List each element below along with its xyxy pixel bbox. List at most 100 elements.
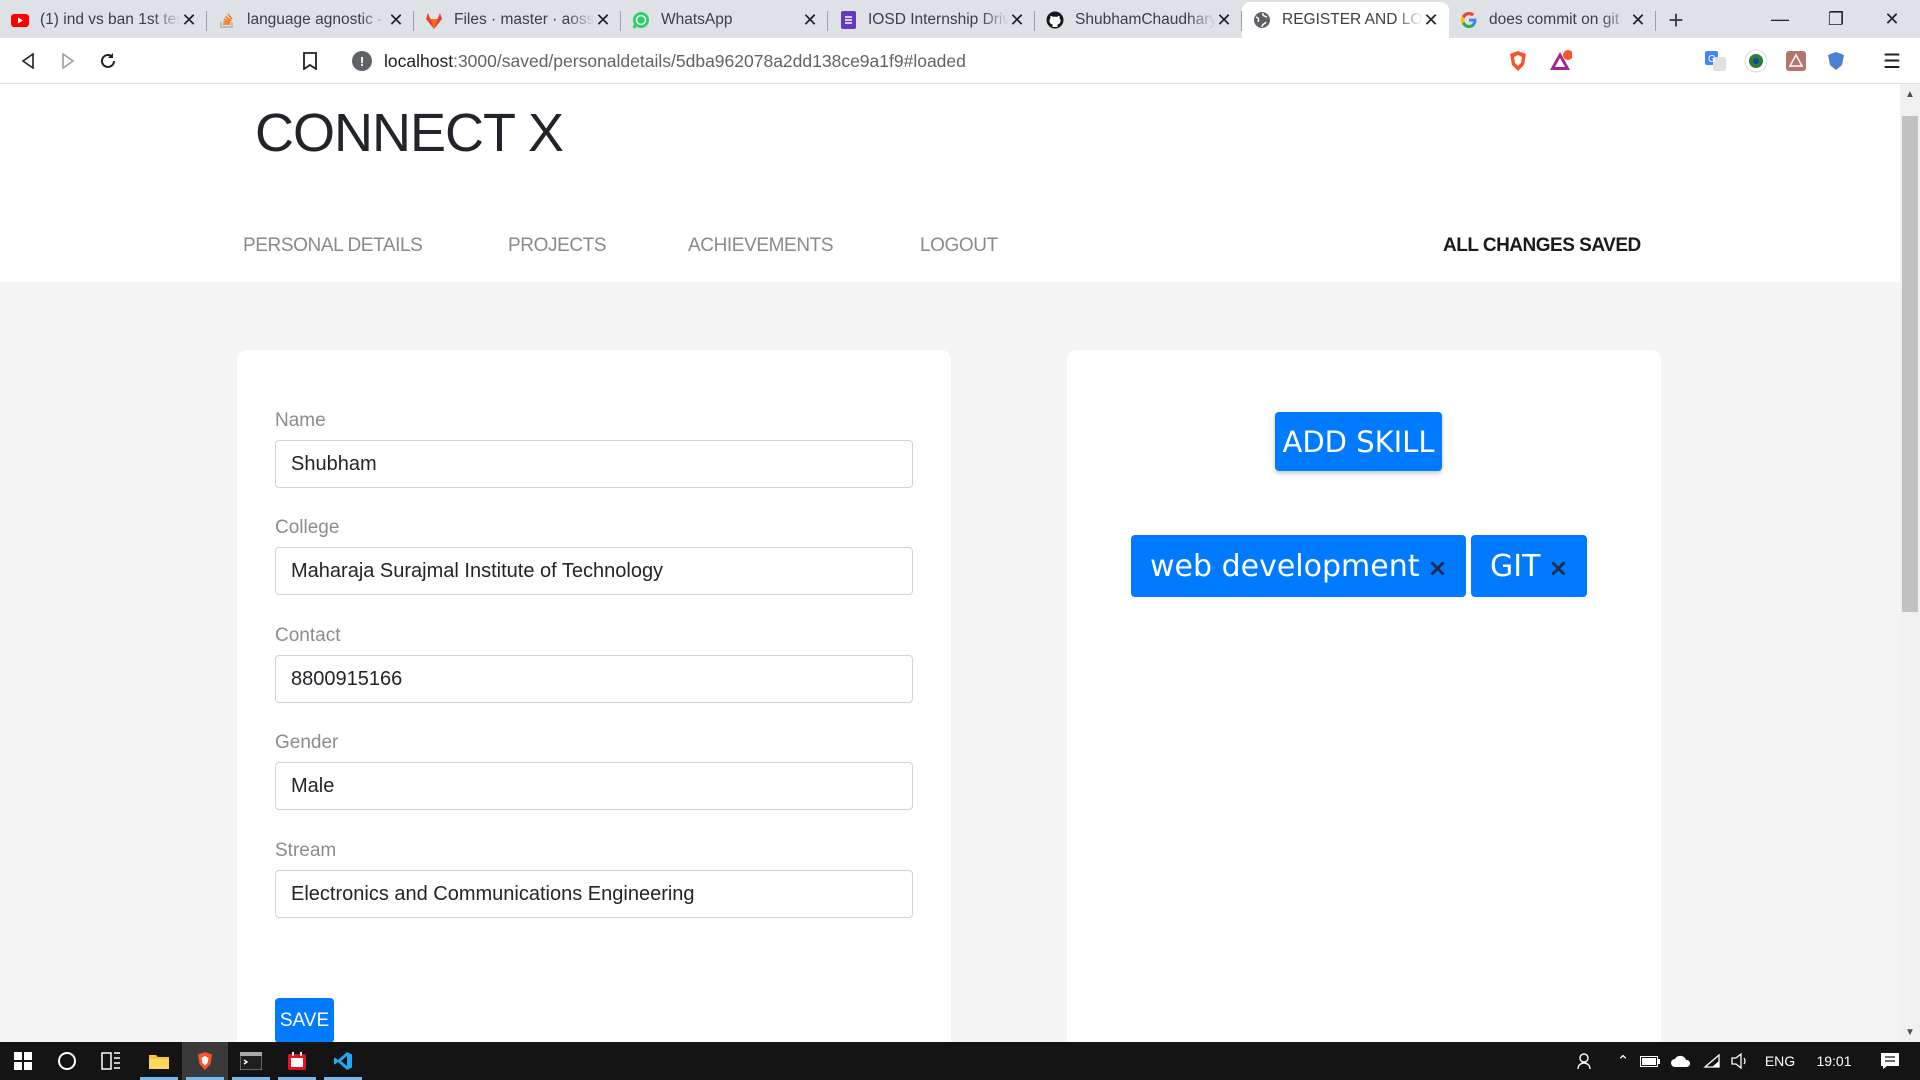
nav-achievements[interactable]: ACHIEVEMENTS [688,235,834,257]
battery-icon[interactable] [1638,1042,1662,1080]
wifi-icon[interactable] [1700,1042,1724,1080]
file-explorer-icon[interactable] [136,1042,182,1080]
url-host: localhost [384,50,454,71]
address-bar[interactable]: ! localhost:3000/saved/personaldetails/5… [338,43,1584,79]
page-viewport: CONNECT X PERSONAL DETAILS PROJECTS ACHI… [0,84,1900,1042]
browser-tab-gitlab[interactable]: Files · master · aossie ✕ [414,2,621,38]
tab-close-icon[interactable]: ✕ [1216,10,1232,31]
contact-label: Contact [275,625,341,646]
gitlab-icon [424,10,444,30]
nav-projects[interactable]: PROJECTS [508,235,607,257]
gender-input[interactable] [275,762,913,810]
pdf-extension-icon[interactable] [1784,49,1808,73]
brave-browser-icon[interactable] [182,1042,228,1080]
remove-skill-icon[interactable]: × [1427,554,1447,582]
tab-title: language agnostic - [247,11,383,28]
cortana-search-icon[interactable] [44,1042,90,1080]
bookmark-icon[interactable] [296,47,324,75]
windows-taskbar: ⌃ ENG 19:01 [0,1042,1920,1080]
site-info-icon[interactable]: ! [352,51,372,71]
skills-card: ADD SKILL web development × GIT × [1067,350,1661,1042]
close-window-icon[interactable]: ✕ [1864,0,1920,38]
browser-tab-active[interactable]: REGISTER AND LOGI ✕ [1242,2,1449,38]
action-center-icon[interactable] [1868,1042,1912,1080]
task-view-icon[interactable] [88,1042,134,1080]
browser-tab-github[interactable]: ShubhamChaudhary ✕ [1035,2,1242,38]
stream-input[interactable] [275,870,913,918]
new-tab-button[interactable]: + [1656,2,1696,38]
brand-logo[interactable]: CONNECT X [255,102,564,164]
personal-details-card: Name College Contact Gender Stream SAVE [237,350,951,1042]
extension-shield-icon[interactable] [1824,49,1848,73]
add-skill-button[interactable]: ADD SKILL [1275,412,1442,471]
browser-toolbar: ! localhost:3000/saved/personaldetails/5… [0,38,1920,84]
browser-tab-google[interactable]: does commit on git ✕ [1449,2,1656,38]
scroll-up-arrow-icon[interactable]: ▲ [1900,84,1920,104]
forward-icon[interactable] [54,47,82,75]
skill-chip-web-development: web development × [1131,535,1466,597]
google-icon [1459,10,1479,30]
contact-input[interactable] [275,655,913,703]
skill-chip-label: web development [1150,548,1420,584]
browser-tab-forms[interactable]: IOSD Internship Driv ✕ [828,2,1035,38]
people-icon[interactable] [1570,1042,1602,1080]
tab-title: ShubhamChaudhary [1075,11,1216,28]
vscode-icon[interactable] [320,1042,366,1080]
save-button[interactable]: SAVE [275,998,334,1042]
whatsapp-icon [631,10,651,30]
tab-close-icon[interactable]: ✕ [1009,10,1025,31]
tab-title: WhatsApp [661,11,733,28]
tab-close-icon[interactable]: ✕ [802,10,818,31]
globe-icon [1252,10,1272,30]
show-hidden-icons-icon[interactable]: ⌃ [1612,1042,1634,1080]
tab-close-icon[interactable]: ✕ [595,10,611,31]
github-icon [1045,10,1065,30]
youtube-icon [10,10,30,30]
browser-tab-youtube[interactable]: (1) ind vs ban 1st tes ✕ [0,2,207,38]
todo-app-icon[interactable] [274,1042,320,1080]
back-icon[interactable] [14,47,42,75]
brave-shield-icon[interactable] [1506,49,1530,73]
svg-text:G: G [1708,54,1716,65]
save-status: ALL CHANGES SAVED [1443,235,1641,256]
volume-icon[interactable] [1728,1042,1752,1080]
tab-title: REGISTER AND LOGI [1282,11,1423,28]
nav-personal-details[interactable]: PERSONAL DETAILS [243,235,423,257]
site-header: CONNECT X PERSONAL DETAILS PROJECTS ACHI… [0,84,1900,282]
reload-icon[interactable] [94,47,122,75]
scrollbar-thumb[interactable] [1902,116,1918,612]
translate-icon[interactable]: G [1704,49,1728,73]
windows-start-icon[interactable] [0,1042,46,1080]
forms-icon [838,10,858,30]
browser-tab-stackoverflow[interactable]: language agnostic - ✕ [207,2,414,38]
onedrive-icon[interactable] [1668,1042,1694,1080]
tab-title: (1) ind vs ban 1st tes [40,11,181,28]
name-input[interactable] [275,440,913,488]
tab-close-icon[interactable]: ✕ [1630,10,1646,31]
stream-label: Stream [275,840,337,861]
restore-icon[interactable]: ❐ [1808,0,1864,38]
tab-close-icon[interactable]: ✕ [388,10,404,31]
page-scrollbar[interactable]: ▲ ▼ [1900,84,1920,1042]
gender-label: Gender [275,732,339,753]
skill-chip-git: GIT × [1471,535,1587,597]
brave-rewards-icon[interactable] [1548,49,1572,73]
browser-tab-strip: (1) ind vs ban 1st tes ✕ language agnost… [0,0,1920,38]
clock[interactable]: 19:01 [1806,1042,1862,1080]
language-indicator[interactable]: ENG [1756,1042,1804,1080]
extension-circle-icon[interactable] [1744,49,1768,73]
tab-title: does commit on git [1489,11,1620,28]
stackoverflow-icon [217,10,237,30]
browser-tab-whatsapp[interactable]: WhatsApp ✕ [621,2,828,38]
browser-menu-icon[interactable]: ☰ [1880,49,1904,73]
tab-close-icon[interactable]: ✕ [181,10,197,31]
minimize-icon[interactable]: — [1752,0,1808,38]
terminal-icon[interactable] [228,1042,274,1080]
nav-logout[interactable]: LOGOUT [920,235,998,257]
tab-close-icon[interactable]: ✕ [1423,10,1439,31]
scroll-down-arrow-icon[interactable]: ▼ [1900,1022,1920,1042]
name-label: Name [275,410,326,431]
college-input[interactable] [275,547,913,595]
skill-chip-label: GIT [1490,548,1541,584]
remove-skill-icon[interactable]: × [1548,554,1568,582]
